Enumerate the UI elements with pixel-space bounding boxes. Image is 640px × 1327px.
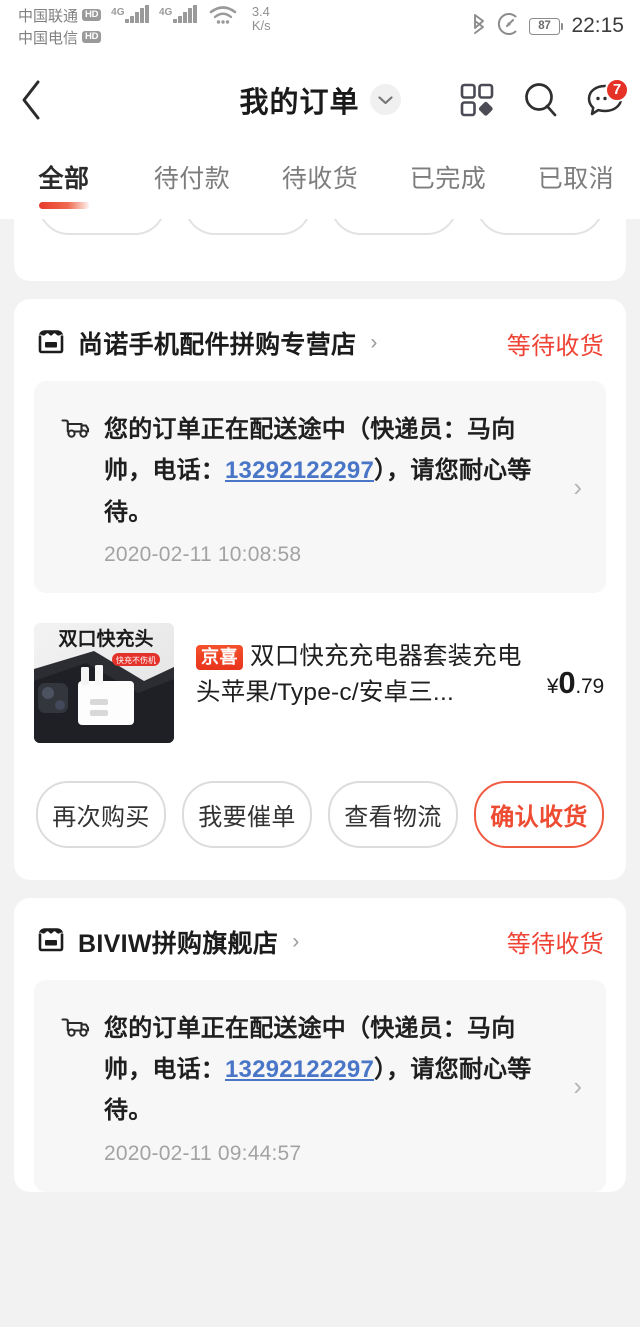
order-action-buttons: 再次购买 我要催单 查看物流 确认收货 [14,765,626,880]
previous-card-action-row [14,219,626,235]
delivery-notice-time: 2020-02-11 10:08:58 [104,542,302,566]
view-logistics-button[interactable]: 查看物流 [328,780,458,848]
storefront-icon [36,327,66,360]
tab-completed[interactable]: 已完成 [384,155,512,195]
chat-bubble-icon[interactable]: 7 [584,77,629,121]
price-currency: ¥ [546,674,559,698]
carrier-row-1: 中国联通 HD [18,5,102,26]
delivery-notice[interactable]: 您的订单正在配送途中（快递员：马向帅，电话：13292122297），请您耐心等… [34,979,606,1192]
store-header: BIVIW拼购旗舰店 › 等待收货 [14,898,626,980]
pill-button-cut[interactable] [38,219,166,235]
notice-chevron-right-icon: › [573,1071,582,1102]
pill-button-cut[interactable] [184,219,312,235]
carrier-1-hd-badge: HD [82,9,102,21]
delivery-notice-body: 您的订单正在配送途中（快递员：马向帅，电话：13292122297），请您耐心等… [104,1008,563,1166]
order-list[interactable]: 尚诺手机配件拼购专营店 › 等待收货 您的订单正在配送途中（快递员：马向帅，电话… [0,219,640,1192]
order-product-row[interactable]: 双口快充头 快充不伤机 京喜 双口快充充电器套装充电头苹果/Type-c/安卓三.… [14,593,626,765]
svg-text:双口快充头: 双口快充头 [58,627,153,650]
back-button[interactable] [0,52,64,147]
network-speed-unit: K/s [251,18,271,34]
store-name: BIVIW拼购旗舰店 [78,929,279,958]
jingxi-badge: 京喜 [196,644,243,671]
tab-all[interactable]: 全部 [0,155,128,209]
confirm-receipt-button[interactable]: 确认收货 [474,780,604,848]
store-chevron-right-icon: › [292,929,300,953]
page-header: 我的订单 7 [0,52,640,147]
store-link[interactable]: BIVIW拼购旗舰店 › [36,924,507,960]
delivery-truck-icon [60,415,90,444]
product-thumbnail: 双口快充头 快充不伤机 [34,622,174,743]
tab-pending-payment[interactable]: 待付款 [128,155,256,195]
signal-bars-2-icon [173,4,197,23]
network-speed: 3.4 K/s [251,3,271,35]
carrier-2-name: 中国电信 [18,29,79,47]
delivery-truck-icon [60,1014,90,1043]
chevron-down-icon[interactable] [369,84,401,115]
store-name: 尚诺手机配件拼购专营店 [78,331,357,359]
search-icon[interactable] [520,79,562,121]
price-decimal: .79 [575,674,604,698]
order-card-previous-partial [14,219,626,281]
order-status-tabs: 全部 待付款 待收货 已完成 已取消 [0,147,640,219]
carrier-row-2: 中国电信 HD [18,27,102,48]
store-header: 尚诺手机配件拼购专营店 › 等待收货 [14,299,626,381]
tab-active-underline [39,202,89,209]
storefront-icon [36,925,66,958]
tab-pending-receipt[interactable]: 待收货 [256,155,384,195]
signal-bars-1-icon [125,4,149,23]
order-card: 尚诺手机配件拼购专营店 › 等待收货 您的订单正在配送途中（快递员：马向帅，电话… [14,299,626,880]
pill-button-cut[interactable] [476,219,604,235]
delivery-notice-text: 您的订单正在配送途中（快递员：马向帅，电话：13292122297），请您耐心等… [104,1008,563,1132]
battery-percent: 87 [538,20,551,32]
network-speed-value: 3.4 [251,3,270,19]
grid-apps-icon[interactable] [456,79,498,121]
tab-all-label: 全部 [38,165,90,193]
carrier-2-hd-badge: HD [82,31,102,43]
product-price: ¥0.79 [547,623,604,701]
svg-text:快充不伤机: 快充不伤机 [116,655,156,665]
battery-icon: 87 [528,17,564,35]
signal-group-1: 4G [111,4,149,29]
store-link[interactable]: 尚诺手机配件拼购专营店 › [36,325,507,361]
delivery-notice[interactable]: 您的订单正在配送途中（快递员：马向帅，电话：13292122297），请您耐心等… [34,381,606,593]
courier-phone-link[interactable]: 13292122297 [225,457,374,484]
delivery-notice-time: 2020-02-11 09:44:57 [104,1141,302,1165]
courier-phone-link[interactable]: 13292122297 [225,1056,374,1083]
network-gen-2: 4G [158,6,173,18]
carrier-info: 中国联通 HD 中国电信 HD [18,5,102,48]
status-bar-clock: 22:15 [571,14,624,37]
bluetooth-icon [469,12,489,41]
data-saver-icon [497,12,521,41]
product-info: 京喜 双口快充充电器套装充电头苹果/Type-c/安卓三... [174,623,547,712]
buy-again-button[interactable]: 再次购买 [36,780,166,848]
status-bar: 中国联通 HD 中国电信 HD 4G 4G 3.4 K/s 87 22:15 [0,0,640,52]
order-list-screen: 中国联通 HD 中国电信 HD 4G 4G 3.4 K/s 87 22:15 我… [0,0,640,1327]
carrier-1-name: 中国联通 [18,7,79,25]
product-title-line: 京喜 双口快充充电器套装充电头苹果/Type-c/安卓三... [196,639,535,712]
tab-cancelled[interactable]: 已取消 [512,155,640,195]
order-status-badge: 等待收货 [506,931,604,959]
status-bar-right: 87 22:15 [469,0,624,52]
signal-group-2: 4G [158,4,197,29]
notice-chevron-right-icon: › [573,472,582,503]
pill-button-cut[interactable] [330,219,458,235]
status-bar-left: 中国联通 HD 中国电信 HD 4G 4G 3.4 K/s [18,3,271,48]
store-chevron-right-icon: › [370,331,378,354]
delivery-notice-text: 您的订单正在配送途中（快递员：马向帅，电话：13292122297），请您耐心等… [104,409,563,533]
header-actions: 7 [456,52,629,147]
page-title: 我的订单 [239,86,360,119]
chat-unread-badge: 7 [605,77,629,102]
price-integer: 0 [558,664,576,700]
wifi-icon [208,5,238,32]
delivery-notice-body: 您的订单正在配送途中（快递员：马向帅，电话：13292122297），请您耐心等… [104,409,563,567]
network-gen-1: 4G [111,6,125,18]
order-card: BIVIW拼购旗舰店 › 等待收货 您的订单正在配送途中（快递员：马向帅，电话：… [14,897,626,1192]
order-status-badge: 等待收货 [506,332,604,360]
remind-shipment-button[interactable]: 我要催单 [182,780,312,848]
product-title: 双口快充充电器套装充电头苹果/Type-c/安卓三... [196,642,522,707]
